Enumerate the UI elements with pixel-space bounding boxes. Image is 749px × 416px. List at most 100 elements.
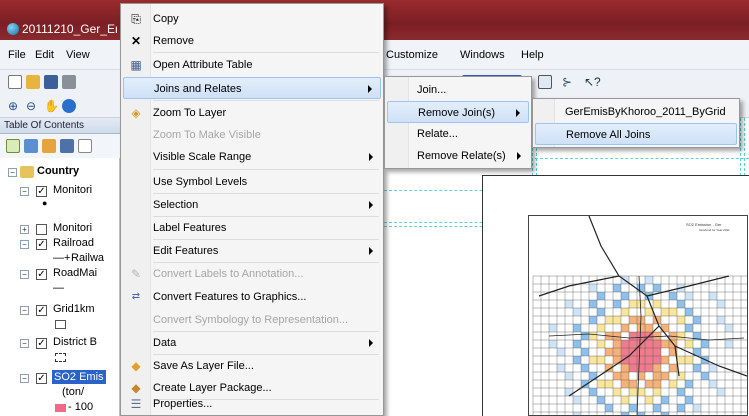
emission-grid-cell (565, 372, 573, 380)
list-by-selection-icon[interactable] (60, 139, 74, 153)
emission-grid-cell (629, 332, 637, 340)
menu-item-remove-joins[interactable]: Remove Join(s) (387, 101, 529, 123)
whats-this-icon[interactable]: ↖? (584, 75, 601, 89)
layer-visibility-checkbox[interactable] (36, 224, 47, 235)
emission-grid-cell (605, 316, 613, 324)
toc-legend-unit: (ton/ (62, 386, 85, 398)
layer-visibility-checkbox[interactable]: ✓ (36, 373, 47, 384)
emission-grid-cell (597, 356, 605, 364)
zoom-in-icon[interactable]: ⊕ (8, 99, 22, 113)
toc-layer-so2-emission-selected[interactable]: SO2 Emis (52, 370, 106, 384)
open-folder-icon[interactable] (26, 75, 40, 89)
collapse-layer-toggle[interactable]: − (20, 339, 29, 348)
toc-layer-monitoring-2[interactable]: Monitori (53, 222, 92, 234)
menu-item-edit-features[interactable]: Edit Features (123, 240, 381, 262)
menu-view[interactable]: View (66, 49, 90, 61)
toc-toolbar (0, 134, 120, 158)
list-by-visibility-icon[interactable] (42, 139, 56, 153)
emission-grid-cell (621, 324, 629, 332)
menu-item-label-features[interactable]: Label Features (123, 217, 381, 239)
toc-group-country[interactable]: Country (37, 165, 79, 177)
emission-grid-cell (685, 340, 693, 348)
layout-map-subtitle: tons/km2 for Year 2011 (699, 228, 730, 232)
list-by-drawing-order-icon[interactable] (6, 139, 20, 153)
toc-layer-grid1km[interactable]: Grid1km (53, 303, 95, 315)
map-frame[interactable] (528, 215, 748, 416)
layer-visibility-checkbox[interactable]: ✓ (36, 338, 47, 349)
menu-item-zoom-to-make-visible[interactable]: Zoom To Make Visible (123, 124, 381, 146)
menu-windows[interactable]: Windows (460, 49, 505, 61)
collapse-country-toggle[interactable]: − (8, 168, 17, 177)
emission-grid-cell (573, 412, 581, 415)
emission-grid-cell (637, 356, 645, 364)
emission-grid-cell (653, 388, 661, 396)
menu-file[interactable]: File (8, 49, 26, 61)
menu-item-use-symbol-levels[interactable]: Use Symbol Levels (123, 171, 381, 193)
menu-item-data[interactable]: Data (123, 332, 381, 354)
menu-item-save-as-layer-file[interactable]: ◆ Save As Layer File... (123, 355, 381, 377)
layer-visibility-checkbox[interactable]: ✓ (36, 305, 47, 316)
menu-item-open-attribute-table[interactable]: ▦ Open Attribute Table (123, 54, 381, 76)
menu-item-copy[interactable]: ⎘ Copy (123, 8, 381, 30)
emission-grid-cell (661, 372, 669, 380)
emission-grid-cell (661, 340, 669, 348)
emission-grid-cell (557, 348, 565, 356)
emission-grid-cell (573, 356, 581, 364)
collapse-layer-toggle[interactable]: − (20, 306, 29, 315)
layer-visibility-checkbox[interactable]: ✓ (36, 239, 47, 250)
submenu-arrow-icon (368, 85, 372, 93)
collapse-layer-toggle[interactable]: − (20, 240, 29, 249)
emission-grid-cell (629, 340, 637, 348)
menu-item-join-gerEmisByKhoroo[interactable]: GerEmisByKhoroo_2011_ByGrid (535, 101, 737, 123)
zoom-out-icon[interactable]: ⊖ (26, 99, 40, 113)
model-builder-icon[interactable]: ⊱ (562, 75, 576, 89)
menu-customize[interactable]: Customize (386, 49, 438, 61)
menu-item-zoom-to-layer[interactable]: ◈ Zoom To Layer (123, 102, 381, 124)
menu-item-remove-all-joins[interactable]: Remove All Joins (535, 123, 737, 145)
menu-item-joins-and-relates[interactable]: Joins and Relates (123, 77, 381, 99)
layer-visibility-checkbox[interactable]: ✓ (36, 269, 47, 280)
point-symbol-icon: ● (42, 198, 48, 208)
menu-item-selection[interactable]: Selection (123, 194, 381, 216)
emission-grid-cell (653, 372, 661, 380)
menu-edit[interactable]: Edit (35, 49, 54, 61)
collapse-layer-toggle[interactable]: − (20, 187, 29, 196)
menu-item-relate[interactable]: Relate... (387, 123, 529, 145)
menu-item-remove[interactable]: ✕ Remove (123, 30, 381, 52)
menu-item-properties[interactable]: ☰ Properties... (123, 393, 381, 415)
emission-grid-cell (637, 284, 645, 292)
toc-layer-monitoring-1[interactable]: Monitori (53, 184, 92, 196)
emission-grid-cell (629, 300, 637, 308)
toc-layer-railroad[interactable]: Railroad (53, 237, 94, 249)
collapse-layer-toggle[interactable]: − (20, 270, 29, 279)
emission-grid-cell (573, 324, 581, 332)
menu-item-convert-features-to-graphics[interactable]: ⇄ Convert Features to Graphics... (123, 286, 381, 308)
collapse-layer-toggle[interactable]: − (20, 374, 29, 383)
menu-help[interactable]: Help (521, 49, 544, 61)
options-icon[interactable] (78, 139, 92, 153)
menu-item-remove-relates[interactable]: Remove Relate(s) (387, 145, 529, 167)
toc-layer-roadmain[interactable]: RoadMai (53, 267, 97, 279)
menu-item-join[interactable]: Join... (387, 79, 529, 101)
pan-hand-icon[interactable]: ✋ (44, 99, 59, 113)
emission-grid-cell (637, 364, 645, 372)
list-by-source-icon[interactable] (24, 139, 38, 153)
expand-layer-toggle[interactable]: + (20, 225, 29, 234)
legend-color-swatch (55, 404, 66, 412)
emission-grid-cell (637, 332, 645, 340)
layer-visibility-checkbox[interactable]: ✓ (36, 186, 47, 197)
save-icon[interactable] (44, 75, 58, 89)
emission-grid-cell (581, 348, 589, 356)
new-document-icon[interactable] (8, 75, 22, 89)
full-extent-icon[interactable] (62, 99, 76, 113)
map-tips-icon[interactable] (538, 75, 552, 89)
print-icon[interactable] (62, 75, 76, 89)
menu-item-convert-labels-to-annotation[interactable]: ✎ Convert Labels to Annotation... (123, 263, 381, 285)
emission-grid-cell (565, 300, 573, 308)
emission-grid-cell (693, 404, 701, 412)
submenu-arrow-icon (369, 201, 373, 209)
toc-layer-district-boundary[interactable]: District B (53, 336, 97, 348)
menu-item-convert-symbology-to-representation[interactable]: Convert Symbology to Representation... (123, 309, 381, 331)
emission-grid-cell (645, 356, 653, 364)
menu-item-visible-scale-range[interactable]: Visible Scale Range (123, 146, 381, 168)
